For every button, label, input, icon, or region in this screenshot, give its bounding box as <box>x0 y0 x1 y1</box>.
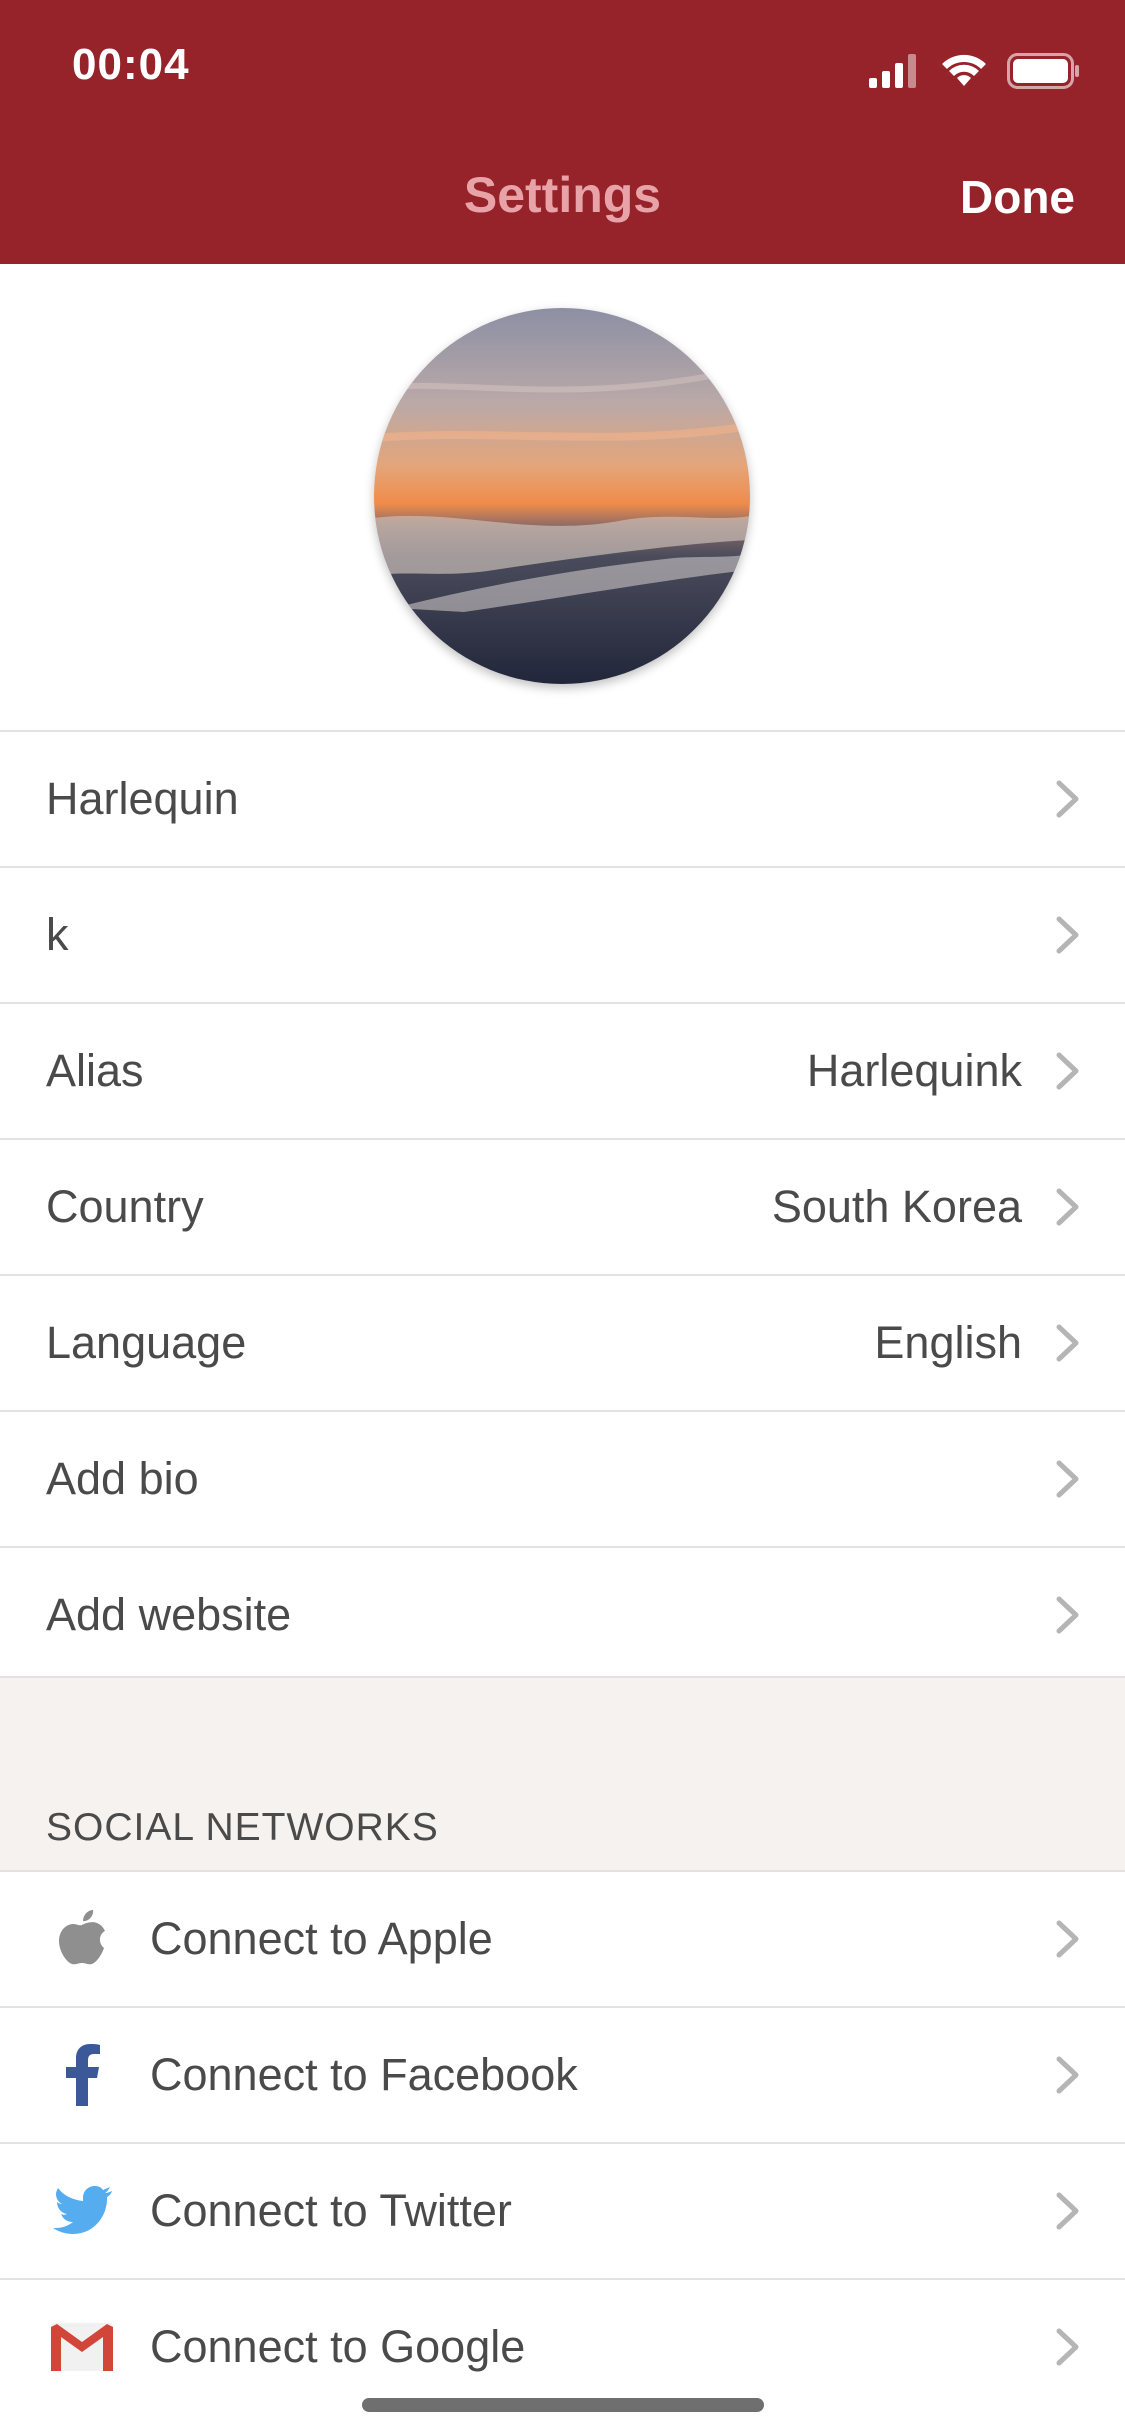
chevron-right-icon <box>1056 2192 1079 2230</box>
connect-twitter-row[interactable]: Connect to Twitter <box>0 2142 1125 2278</box>
connect-google-row[interactable]: Connect to Google <box>0 2278 1125 2414</box>
home-indicator[interactable] <box>362 2398 764 2412</box>
row-alias[interactable]: Alias Harlequink <box>0 1002 1125 1138</box>
chevron-right-icon <box>1056 1920 1079 1958</box>
row-label: k <box>46 909 69 960</box>
chevron-right-icon <box>1056 1052 1079 1090</box>
chevron-right-icon <box>1056 916 1079 954</box>
row-label: Connect to Google <box>150 2321 526 2372</box>
row-label: Alias <box>46 1045 144 1096</box>
chevron-right-icon <box>1056 1324 1079 1362</box>
row-label: Harlequin <box>46 773 239 824</box>
chevron-right-icon <box>1056 2328 1079 2366</box>
row-label: Connect to Apple <box>150 1913 493 1964</box>
wifi-icon <box>942 54 986 86</box>
twitter-icon <box>48 2177 116 2245</box>
status-time: 00:04 <box>72 40 190 89</box>
row-label: Language <box>46 1317 247 1368</box>
row-language[interactable]: Language English <box>0 1274 1125 1410</box>
chevron-right-icon <box>1056 780 1079 818</box>
connect-apple-row[interactable]: Connect to Apple <box>0 1870 1125 2006</box>
battery-icon <box>1007 53 1079 89</box>
chevron-right-icon <box>1056 2056 1079 2094</box>
chevron-right-icon <box>1056 1596 1079 1634</box>
page-title: Settings <box>463 167 662 223</box>
row-first-name[interactable]: Harlequin <box>0 730 1125 866</box>
row-add-website[interactable]: Add website <box>0 1546 1125 1682</box>
row-value: Harlequink <box>806 1045 1022 1096</box>
avatar[interactable] <box>374 308 750 684</box>
row-add-bio[interactable]: Add bio <box>0 1410 1125 1546</box>
facebook-icon <box>48 2041 116 2109</box>
row-label: Add website <box>46 1589 292 1640</box>
social-list: Connect to Apple Connect to Facebook Con… <box>0 1870 1125 2414</box>
avatar-section <box>0 264 1125 730</box>
row-value: South Korea <box>771 1181 1022 1232</box>
status-icons <box>869 48 1081 94</box>
chevron-right-icon <box>1056 1460 1079 1498</box>
row-label: Connect to Twitter <box>150 2185 512 2236</box>
chevron-right-icon <box>1056 1188 1079 1226</box>
signal-icon <box>869 54 916 88</box>
row-value: English <box>874 1317 1022 1368</box>
nav-bar: 00:04 Settings Done <box>0 0 1125 264</box>
row-country[interactable]: Country South Korea <box>0 1138 1125 1274</box>
row-label: Add bio <box>46 1453 199 1504</box>
connect-facebook-row[interactable]: Connect to Facebook <box>0 2006 1125 2142</box>
done-button[interactable]: Done <box>960 170 1075 224</box>
section-title-social: SOCIAL NETWORKS <box>46 1806 439 1849</box>
profile-list: Harlequin k Alias Harlequink Country Sou… <box>0 730 1125 1682</box>
apple-icon <box>48 1905 116 1973</box>
gmail-icon <box>48 2313 116 2381</box>
row-label: Country <box>46 1181 204 1232</box>
row-last-name[interactable]: k <box>0 866 1125 1002</box>
row-label: Connect to Facebook <box>150 2049 578 2100</box>
